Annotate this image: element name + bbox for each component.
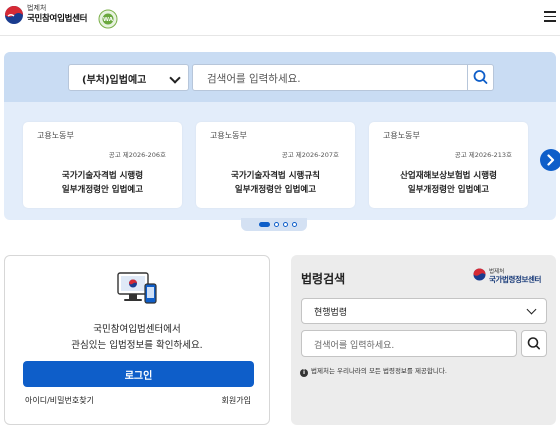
carousel-pagination [241,218,307,231]
government-emblem-icon [473,268,486,281]
chevron-right-icon [547,154,555,166]
legislative-notice-banner: (부처)입법예고 검색어를 입력하세요. 고용노동부 공고 제2026-206호… [4,52,560,231]
search-icon [473,70,488,84]
search-input[interactable]: 검색어를 입력하세요. [192,64,470,91]
chevron-down-icon [526,304,537,315]
law-info-note: i 법제처는 우리나라의 모든 법령정보를 제공합니다. [300,365,447,377]
card-title-line1: 산업재해보상보험법 시행령 [400,171,497,181]
law-info-note-text: 법제처는 우리나라의 모든 법령정보를 제공합니다. [311,367,447,375]
pagination-dot-1[interactable] [259,222,270,227]
card-notice-number: 공고 제2026-213호 [454,151,512,159]
card-ministry: 고용노동부 [37,131,74,140]
pagination-dot-2[interactable] [274,222,279,227]
law-search-panel: 법령검색 법제처 국가법령정보센터 현행법령 검색어를 입력하세요. i 법제처는… [291,255,556,425]
login-message-line1: 국민참여입법센터에서 [93,324,181,335]
find-id-password-link[interactable]: 아이디/비밀번호찾기 [25,395,94,406]
law-type-select-value: 현행법령 [314,308,348,318]
login-button[interactable]: 로그인 [23,361,254,387]
law-info-center-logo[interactable]: 법제처 국가법령정보센터 [473,266,551,288]
card-title-line1: 국가기술자격법 시행령 [61,171,144,181]
law-search-title: 법령검색 [301,272,346,286]
law-search-button[interactable] [521,330,547,357]
hamburger-menu-icon[interactable] [544,11,556,23]
notice-search-bar: (부처)입법예고 검색어를 입력하세요. [4,52,556,102]
site-logo-title[interactable]: 국민참여입법센터 [27,12,87,24]
card-notice-number: 공고 제2026-206호 [108,151,166,159]
card-notice-number: 공고 제2026-207호 [281,151,339,159]
law-type-select[interactable]: 현행법령 [301,298,547,324]
card-title-line2: 일부개정령안 입법예고 [407,185,490,195]
category-select-value: (부처)입법예고 [82,75,147,86]
law-search-input[interactable]: 검색어를 입력하세요. [301,330,517,357]
web-accessibility-mark-icon: WA [98,9,118,29]
search-icon [527,337,541,350]
notice-card[interactable]: 고용노동부 공고 제2026-206호 국가기술자격법 시행령 일부개정령안 입… [23,122,182,208]
site-header: 법제처 국민참여입법센터 WA [0,0,560,36]
sign-up-link[interactable]: 회원가입 [222,395,251,406]
chevron-down-icon [169,72,181,84]
login-panel: 국민참여입법센터에서 관심있는 입법정보를 확인하세요. 로그인 아이디/비밀번… [4,255,270,425]
category-select[interactable]: (부처)입법예고 [68,64,189,91]
card-ministry: 고용노동부 [383,131,420,140]
login-message-line2: 관심있는 입법정보를 확인하세요. [71,340,203,351]
search-button[interactable] [467,64,494,91]
card-title-line2: 일부개정령안 입법예고 [234,185,317,195]
info-icon: i [300,369,308,377]
carousel-next-button[interactable] [540,149,560,171]
notice-card[interactable]: 고용노동부 공고 제2026-213호 산업재해보상보험법 시행령 일부개정령안… [369,122,528,208]
law-logo-main-label: 국가법령정보센터 [489,275,541,284]
card-title-line1: 국가기술자격법 시행규칙 [231,171,320,181]
pagination-dot-3[interactable] [283,222,288,227]
notice-card[interactable]: 고용노동부 공고 제2026-207호 국가기술자격법 시행규칙 일부개정령안 … [196,122,355,208]
card-ministry: 고용노동부 [210,131,247,140]
government-emblem-icon[interactable] [4,5,24,25]
svg-text:WA: WA [103,17,114,23]
monitor-login-icon [117,272,157,304]
pagination-dot-4[interactable] [292,222,297,227]
card-title-line2: 일부개정령안 입법예고 [61,185,144,195]
